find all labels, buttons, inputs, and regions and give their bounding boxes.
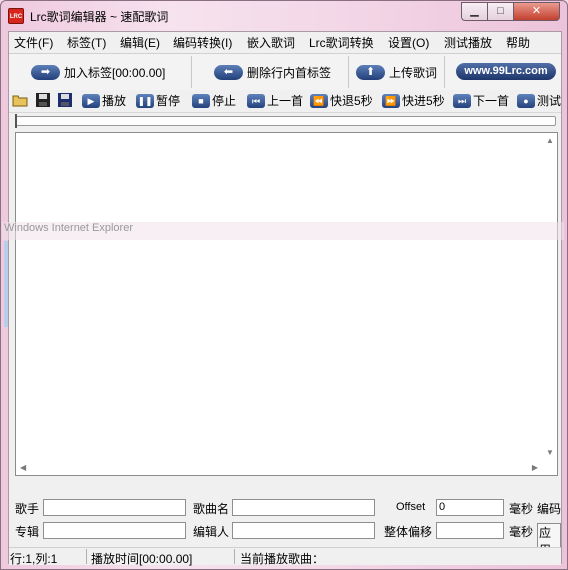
menu-settings[interactable]: 设置(O) bbox=[386, 34, 431, 51]
current-song: 当前播放歌曲： bbox=[240, 552, 325, 566]
vertical-scrollbar[interactable]: ▲ ▼ bbox=[542, 133, 557, 475]
prev-track-label: 上一首 bbox=[267, 94, 304, 108]
seek-slider[interactable] bbox=[15, 114, 556, 128]
minimize-button[interactable]: ▁ bbox=[461, 2, 488, 21]
arrow-up-icon: ⬆ bbox=[356, 64, 385, 80]
rewind-icon: ⏪ bbox=[310, 93, 328, 108]
album-input[interactable] bbox=[43, 522, 186, 539]
upload-lyrics-label: 上传歌词 bbox=[389, 65, 438, 80]
test-label: 测试 bbox=[537, 94, 562, 108]
album-label: 专辑 bbox=[15, 525, 40, 539]
rewind-button[interactable]: ⏪ 快退5秒 bbox=[310, 91, 373, 110]
next-track-label: 下一首 bbox=[473, 94, 510, 108]
prev-track-button[interactable]: ⏮ 上一首 bbox=[247, 91, 303, 110]
menu-tags[interactable]: 标签(T) bbox=[65, 34, 108, 51]
scroll-left-icon[interactable]: ◀ bbox=[20, 463, 26, 472]
song-title-label: 歌曲名 bbox=[193, 502, 230, 516]
background-window-ghost: Windows Internet Explorer bbox=[2, 222, 564, 240]
rewind-label: 快退5秒 bbox=[330, 94, 373, 108]
site-link[interactable]: www.99Lrc.com bbox=[456, 63, 556, 80]
upload-lyrics-button[interactable]: ⬆ 上传歌词 bbox=[356, 56, 445, 88]
app-window: LRC Lrc歌词编辑器 ~ 速配歌词 ▁ □ ✕ 文件(F) 标签(T) 编辑… bbox=[0, 0, 568, 570]
menu-bar: 文件(F) 标签(T) 编辑(E) 编码转换(I) 嵌入歌词 Lrc歌词转换 设… bbox=[9, 32, 561, 52]
play-icon: ▶ bbox=[82, 93, 100, 108]
menu-lrc-convert[interactable]: Lrc歌词转换 bbox=[307, 34, 376, 51]
add-tag-button[interactable]: ➡ 加入标签[00:00.00] bbox=[31, 56, 192, 88]
save-icon[interactable] bbox=[35, 92, 51, 108]
song-title-input[interactable] bbox=[232, 499, 375, 516]
play-label: 播放 bbox=[102, 94, 127, 108]
menu-file[interactable]: 文件(F) bbox=[12, 34, 55, 51]
offset-label: Offset bbox=[396, 501, 426, 513]
minimize-icon: ▁ bbox=[470, 5, 479, 17]
menu-encoding[interactable]: 编码转换(I) bbox=[171, 34, 234, 51]
menu-help[interactable]: 帮助 bbox=[504, 34, 532, 51]
status-divider bbox=[86, 549, 87, 564]
editor-name-input[interactable] bbox=[232, 522, 375, 539]
global-shift-label: 整体偏移 bbox=[384, 525, 433, 539]
skip-back-icon: ⏮ bbox=[247, 93, 265, 108]
add-tag-label: 加入标签[00:00.00] bbox=[64, 65, 166, 80]
pause-icon: ❚❚ bbox=[136, 93, 154, 108]
editor-name-label: 编辑人 bbox=[193, 525, 230, 539]
play-button[interactable]: ▶ 播放 bbox=[82, 91, 126, 110]
play-time: 播放时间[00:00.00] bbox=[91, 552, 193, 566]
open-folder-icon[interactable] bbox=[12, 92, 28, 108]
title-bar[interactable]: LRC Lrc歌词编辑器 ~ 速配歌词 ▁ □ ✕ bbox=[1, 1, 567, 31]
menu-edit[interactable]: 编辑(E) bbox=[118, 34, 162, 51]
window-title: Lrc歌词编辑器 ~ 速配歌词 bbox=[30, 10, 169, 24]
save-as-icon[interactable] bbox=[57, 92, 73, 108]
delete-tag-label: 删除行内首标签 bbox=[247, 65, 332, 80]
close-button[interactable]: ✕ bbox=[513, 2, 560, 21]
menu-test-play[interactable]: 测试播放 bbox=[442, 34, 494, 51]
arrow-left-icon: ⬅ bbox=[214, 64, 243, 80]
cursor-position: 行:1,列:1 bbox=[10, 552, 58, 566]
app-icon: LRC bbox=[8, 8, 24, 24]
skip-forward-icon: ⏭ bbox=[453, 93, 471, 108]
main-action-bar: ➡ 加入标签[00:00.00] ⬅ 删除行内首标签 ⬆ 上传歌词 www.99… bbox=[9, 53, 561, 91]
side-panel-grip[interactable] bbox=[4, 241, 8, 327]
pause-button[interactable]: ❚❚ 暂停 bbox=[136, 91, 180, 110]
record-icon: ● bbox=[517, 93, 535, 108]
test-button[interactable]: ● 测试 bbox=[517, 91, 561, 110]
scroll-down-icon[interactable]: ▼ bbox=[546, 448, 554, 457]
arrow-right-icon: ➡ bbox=[31, 64, 60, 80]
lyrics-editor[interactable]: ▲ ▼ ◀ ▶ bbox=[15, 132, 558, 476]
pause-label: 暂停 bbox=[156, 94, 181, 108]
stop-label: 停止 bbox=[212, 94, 237, 108]
artist-input[interactable] bbox=[43, 499, 186, 516]
ms-label-2: 毫秒 bbox=[509, 525, 534, 539]
client-area: 文件(F) 标签(T) 编辑(E) 编码转换(I) 嵌入歌词 Lrc歌词转换 设… bbox=[2, 31, 564, 566]
status-divider bbox=[234, 549, 235, 564]
scroll-up-icon[interactable]: ▲ bbox=[546, 136, 554, 145]
menu-embed-lyrics[interactable]: 嵌入歌词 bbox=[245, 34, 297, 51]
offset-input[interactable]: 0 bbox=[436, 499, 504, 516]
seek-thumb[interactable] bbox=[15, 114, 17, 128]
global-shift-input[interactable] bbox=[436, 522, 504, 539]
next-track-button[interactable]: ⏭ 下一首 bbox=[453, 91, 509, 110]
encoding-label[interactable]: 编码 bbox=[537, 500, 561, 517]
scroll-right-icon[interactable]: ▶ bbox=[532, 463, 538, 472]
maximize-button[interactable]: □ bbox=[487, 2, 514, 21]
status-bar: 行:1,列:1 播放时间[00:00.00] 当前播放歌曲： bbox=[9, 547, 561, 566]
artist-label: 歌手 bbox=[15, 502, 40, 516]
forward-label: 快进5秒 bbox=[402, 94, 445, 108]
player-toolbar: ▶ 播放 ❚❚ 暂停 ■ 停止 ⏮ 上一首 ⏪ 快退5秒 ⏩ 快进5秒 ⏭ 下一… bbox=[9, 90, 561, 113]
stop-icon: ■ bbox=[192, 93, 210, 108]
maximize-icon: □ bbox=[497, 5, 504, 17]
ms-label: 毫秒 bbox=[509, 502, 534, 516]
delete-tag-button[interactable]: ⬅ 删除行内首标签 bbox=[214, 56, 349, 88]
horizontal-scrollbar[interactable]: ◀ ▶ bbox=[16, 460, 542, 475]
forward-button[interactable]: ⏩ 快进5秒 bbox=[382, 91, 445, 110]
fast-forward-icon: ⏩ bbox=[382, 93, 400, 108]
close-icon: ✕ bbox=[531, 5, 542, 17]
stop-button[interactable]: ■ 停止 bbox=[192, 91, 236, 110]
